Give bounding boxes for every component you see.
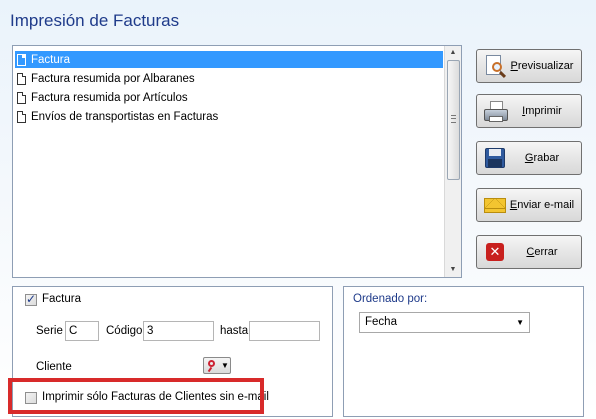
factura-checkbox[interactable] xyxy=(25,292,37,306)
codigo-input[interactable]: 3 xyxy=(143,321,214,341)
list-item-factura-albaranes[interactable]: Factura resumida por Albaranes xyxy=(15,70,443,87)
serie-input[interactable]: C xyxy=(65,321,99,341)
list-item-label: Factura xyxy=(31,53,70,66)
list-item-label: Envíos de transportistas en Facturas xyxy=(31,110,219,123)
send-email-button[interactable]: Enviar e-mail xyxy=(476,188,582,222)
codigo-label: Código xyxy=(106,325,143,337)
close-icon: ✕ xyxy=(483,240,507,264)
search-icon xyxy=(208,360,215,367)
list-item-label: Factura resumida por Artículos xyxy=(31,91,188,104)
scrollbar-thumb[interactable] xyxy=(447,60,460,180)
print-button-label: Imprimir xyxy=(522,105,562,117)
list-item-factura[interactable]: Factura xyxy=(15,51,443,68)
order-group-title: Ordenado por: xyxy=(353,293,428,305)
cliente-label: Cliente xyxy=(36,361,72,373)
chevron-down-icon: ▼ xyxy=(221,361,229,370)
vertical-scrollbar[interactable]: ▲ ▼ xyxy=(444,46,461,277)
send-email-button-label: Enviar e-mail xyxy=(509,199,575,211)
order-select[interactable]: Fecha ▼ xyxy=(359,312,530,333)
cliente-lookup-button[interactable]: ▼ xyxy=(203,357,231,374)
hasta-input[interactable] xyxy=(249,321,320,341)
scroll-down-arrow-icon[interactable]: ▼ xyxy=(445,263,461,277)
report-list[interactable]: Factura Factura resumida por Albaranes F… xyxy=(12,45,462,278)
document-icon xyxy=(17,72,26,85)
floppy-disk-icon xyxy=(483,146,507,170)
save-button-label: Grabar xyxy=(524,152,560,164)
serie-label: Serie xyxy=(36,325,63,337)
list-item-factura-articulos[interactable]: Factura resumida por Artículos xyxy=(15,89,443,106)
chevron-down-icon: ▼ xyxy=(516,318,524,327)
highlight-box xyxy=(8,378,264,414)
order-select-value: Fecha xyxy=(365,316,397,328)
envelope-icon xyxy=(483,193,507,217)
print-button[interactable]: Imprimir xyxy=(476,94,582,128)
list-item-label: Factura resumida por Albaranes xyxy=(31,72,195,85)
preview-button[interactable]: Previsualizar xyxy=(476,49,582,83)
document-icon xyxy=(17,110,26,123)
printer-icon xyxy=(483,99,508,123)
hasta-label: hasta xyxy=(220,325,249,337)
close-button[interactable]: ✕ Cerrar xyxy=(476,235,582,269)
order-group xyxy=(343,286,584,417)
scroll-up-arrow-icon[interactable]: ▲ xyxy=(445,46,461,60)
preview-icon xyxy=(483,54,507,79)
save-button[interactable]: Grabar xyxy=(476,141,582,175)
factura-checkbox-label: Factura xyxy=(42,293,81,305)
document-icon xyxy=(17,91,26,104)
window-title: Impresión de Facturas xyxy=(10,11,180,30)
list-item-envios-transportistas[interactable]: Envíos de transportistas en Facturas xyxy=(15,108,443,125)
document-icon xyxy=(17,53,26,66)
preview-button-label: Previsualizar xyxy=(510,60,574,72)
close-button-label: Cerrar xyxy=(526,246,558,258)
